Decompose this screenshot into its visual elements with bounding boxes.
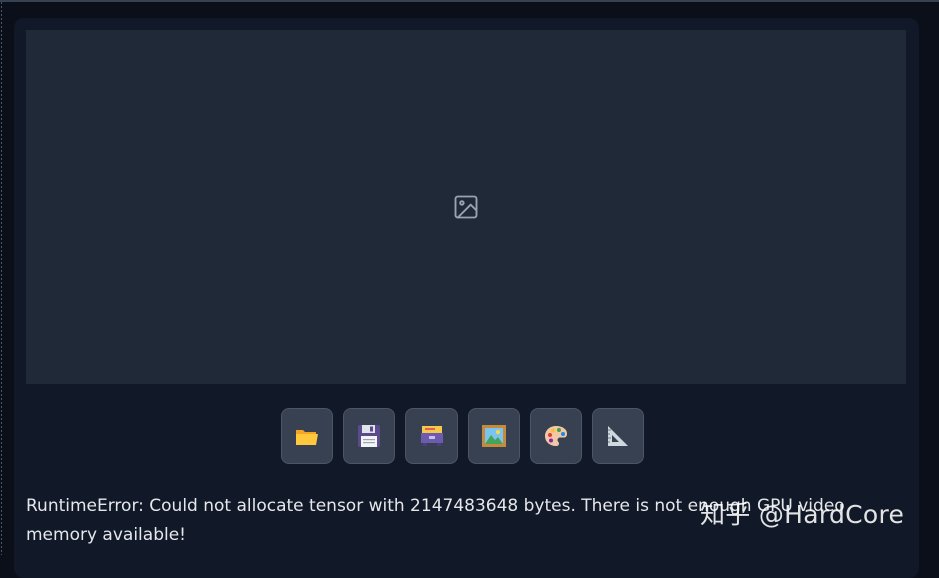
folder-icon <box>296 430 318 445</box>
open-folder-button[interactable] <box>281 408 333 464</box>
send-button[interactable] <box>405 408 458 464</box>
image-placeholder-icon <box>454 195 478 219</box>
card-file-box-icon <box>420 426 443 446</box>
triangular-ruler-icon <box>608 426 628 446</box>
left-border <box>1 2 2 555</box>
image-action-toolbar <box>281 408 644 464</box>
image-output-area[interactable] <box>26 30 906 384</box>
palette-icon <box>545 426 567 446</box>
save-button[interactable] <box>343 408 395 464</box>
send-to-inpaint-button[interactable] <box>530 408 582 464</box>
floppy-disk-icon <box>358 425 380 447</box>
framed-picture-icon <box>482 425 506 447</box>
send-to-img2img-button[interactable] <box>468 408 520 464</box>
send-to-extras-button[interactable] <box>592 408 644 464</box>
watermark-text: 知乎 @HardCore <box>700 500 905 529</box>
